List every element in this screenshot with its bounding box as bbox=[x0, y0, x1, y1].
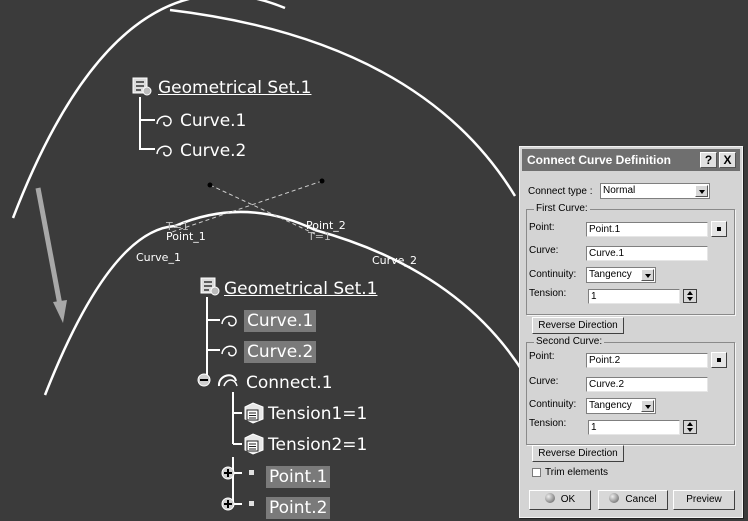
bottom-curve-2 bbox=[314, 228, 527, 376]
tree-top-item-curve-2[interactable]: Curve.2 bbox=[180, 140, 246, 162]
first-continuity-label: Continuity: bbox=[529, 269, 577, 280]
help-button[interactable]: ? bbox=[700, 152, 717, 168]
process-arrow-head bbox=[53, 300, 67, 323]
chevron-down-icon bbox=[641, 400, 654, 412]
first-continuity-select[interactable]: Tangency bbox=[586, 267, 656, 283]
first-continuity-value: Tangency bbox=[589, 269, 632, 280]
first-tension-field[interactable]: 1 bbox=[588, 289, 680, 304]
top-tree-lines bbox=[139, 97, 155, 150]
second-continuity-value: Tangency bbox=[589, 400, 632, 411]
second-curve-group-title: Second Curve: bbox=[534, 336, 605, 347]
geometrical-set-icon bbox=[200, 277, 220, 296]
reverse-direction-1-button[interactable]: Reverse Direction bbox=[532, 317, 624, 334]
ok-label: OK bbox=[560, 494, 576, 505]
tree-bottom-item-tension-1[interactable]: Tension1=1 bbox=[268, 403, 367, 425]
tree-bottom-item-point-1[interactable]: Point.1 bbox=[266, 466, 331, 488]
first-tension-spinner[interactable] bbox=[683, 289, 697, 303]
tree-top-root[interactable]: Geometrical Set.1 bbox=[158, 77, 311, 99]
tree-bottom-root[interactable]: Geometrical Set.1 bbox=[224, 278, 377, 300]
connect-type-value: Normal bbox=[603, 185, 636, 196]
first-point-label: Point: bbox=[529, 222, 555, 233]
first-tension-label: Tension: bbox=[529, 288, 567, 299]
dialog-title: Connect Curve Definition bbox=[527, 153, 672, 167]
curve-icon bbox=[156, 145, 172, 157]
process-arrow-shaft bbox=[35, 187, 63, 306]
cancel-button[interactable]: Cancel bbox=[598, 490, 668, 510]
close-button[interactable]: X bbox=[719, 152, 736, 168]
cancel-label: Cancel bbox=[625, 494, 657, 505]
tree-bottom-item-connect-1[interactable]: Connect.1 bbox=[246, 372, 333, 394]
tree-bottom-item-tension-2[interactable]: Tension2=1 bbox=[268, 434, 367, 456]
first-curve-field[interactable]: Curve.1 bbox=[586, 246, 708, 261]
tangent-line-1 bbox=[209, 184, 316, 235]
ok-icon bbox=[544, 493, 555, 503]
trim-elements-checkbox[interactable] bbox=[532, 468, 541, 477]
label-curve-2: Curve_2 bbox=[372, 254, 417, 267]
second-tension-label: Tension: bbox=[529, 418, 567, 429]
tree-bottom-item-point-2[interactable]: Point.2 bbox=[266, 497, 331, 519]
connect-curve bbox=[174, 210, 316, 232]
first-point-field[interactable]: Point.1 bbox=[586, 222, 708, 237]
first-point-select-button[interactable] bbox=[711, 221, 727, 237]
second-continuity-select[interactable]: Tangency bbox=[586, 398, 656, 414]
label-tension-2: T=1 bbox=[308, 230, 331, 243]
connect-type-label: Connect type : bbox=[528, 186, 593, 197]
first-curve-group-title: First Curve: bbox=[534, 203, 590, 214]
second-continuity-label: Continuity: bbox=[529, 399, 577, 410]
second-tension-field[interactable]: 1 bbox=[588, 420, 680, 435]
top-curve-1 bbox=[11, 0, 286, 219]
label-curve-1: Curve_1 bbox=[136, 251, 181, 264]
trim-elements-label: Trim elements bbox=[545, 467, 608, 478]
collapse-icon[interactable] bbox=[196, 372, 212, 388]
connect-curve-icon bbox=[218, 374, 238, 387]
tree-bottom-item-curve-1[interactable]: Curve.1 bbox=[244, 310, 317, 332]
curve-icon bbox=[156, 115, 172, 127]
expand-icon[interactable] bbox=[220, 465, 260, 481]
parameter-icon bbox=[244, 402, 264, 424]
geometrical-set-icon bbox=[132, 77, 152, 96]
ok-button[interactable]: OK bbox=[529, 490, 591, 510]
cancel-icon bbox=[609, 493, 620, 503]
tree-top-item-curve-1[interactable]: Curve.1 bbox=[180, 110, 246, 132]
expand-icon[interactable] bbox=[220, 496, 260, 512]
preview-button[interactable]: Preview bbox=[673, 490, 735, 510]
second-curve-label: Curve: bbox=[529, 376, 559, 387]
tangent-end-1 bbox=[207, 182, 213, 188]
curve-icon bbox=[221, 345, 237, 357]
second-point-field[interactable]: Point.2 bbox=[586, 353, 708, 368]
label-tension-1: T=1 bbox=[166, 220, 189, 233]
chevron-down-icon bbox=[641, 269, 654, 281]
second-curve-field[interactable]: Curve.2 bbox=[586, 377, 708, 392]
connect-type-select[interactable]: Normal bbox=[600, 183, 710, 199]
parameter-icon bbox=[244, 433, 264, 455]
top-curve-2 bbox=[169, 8, 517, 197]
chevron-down-icon bbox=[695, 185, 708, 197]
tree-bottom-item-curve-2[interactable]: Curve.2 bbox=[244, 341, 317, 363]
first-curve-label: Curve: bbox=[529, 245, 559, 256]
reverse-direction-2-button[interactable]: Reverse Direction bbox=[532, 445, 624, 462]
second-tension-spinner[interactable] bbox=[683, 420, 697, 434]
second-point-label: Point: bbox=[529, 351, 555, 362]
dialog-title-bar[interactable]: Connect Curve Definition ? X bbox=[522, 149, 740, 171]
connect-curve-dialog: Connect Curve Definition ? X Connect typ… bbox=[519, 146, 743, 518]
second-point-select-button[interactable] bbox=[711, 352, 727, 368]
tangent-end-2 bbox=[319, 178, 325, 184]
curve-icon bbox=[221, 315, 237, 327]
